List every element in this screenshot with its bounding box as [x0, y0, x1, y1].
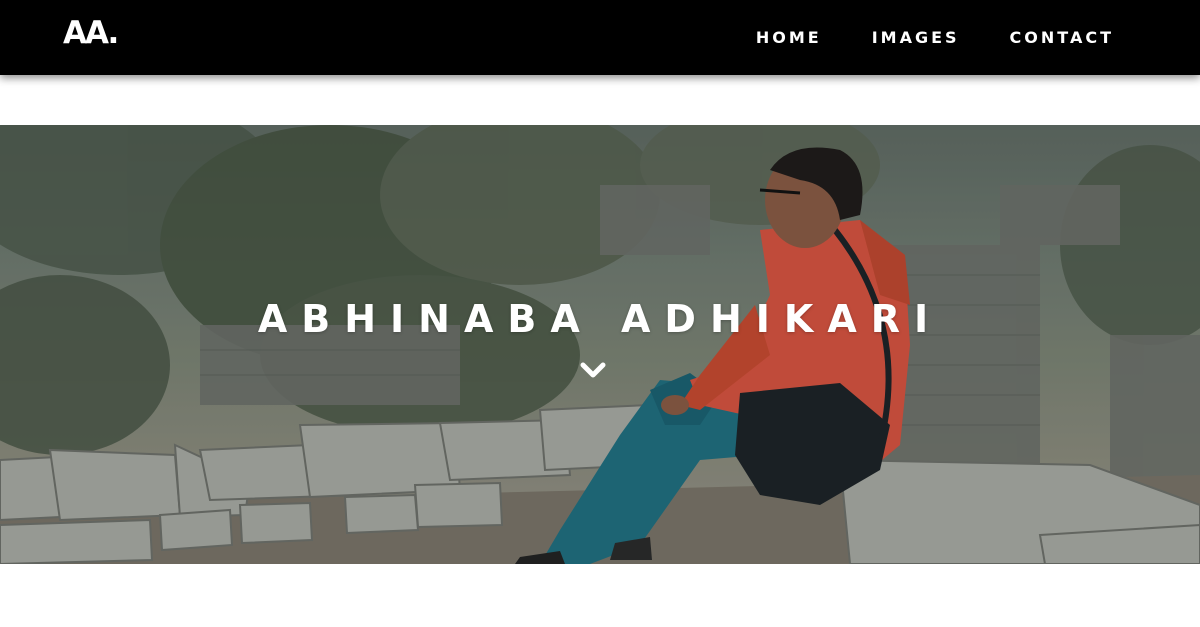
hero-overlay — [0, 125, 1200, 564]
nav-link-contact[interactable]: CONTACT — [1010, 28, 1114, 48]
top-navbar: AA. HOME IMAGES CONTACT — [0, 0, 1200, 75]
hero-title: ABHINABA ADHIKARI — [257, 297, 943, 341]
nav-link-images[interactable]: IMAGES — [872, 28, 960, 48]
hero-banner: ABHINABA ADHIKARI — [0, 125, 1200, 564]
nav-menu: HOME IMAGES CONTACT — [756, 0, 1114, 75]
chevron-down-icon[interactable] — [580, 360, 606, 382]
site-logo[interactable]: AA. — [63, 13, 119, 53]
nav-link-home[interactable]: HOME — [756, 28, 822, 48]
